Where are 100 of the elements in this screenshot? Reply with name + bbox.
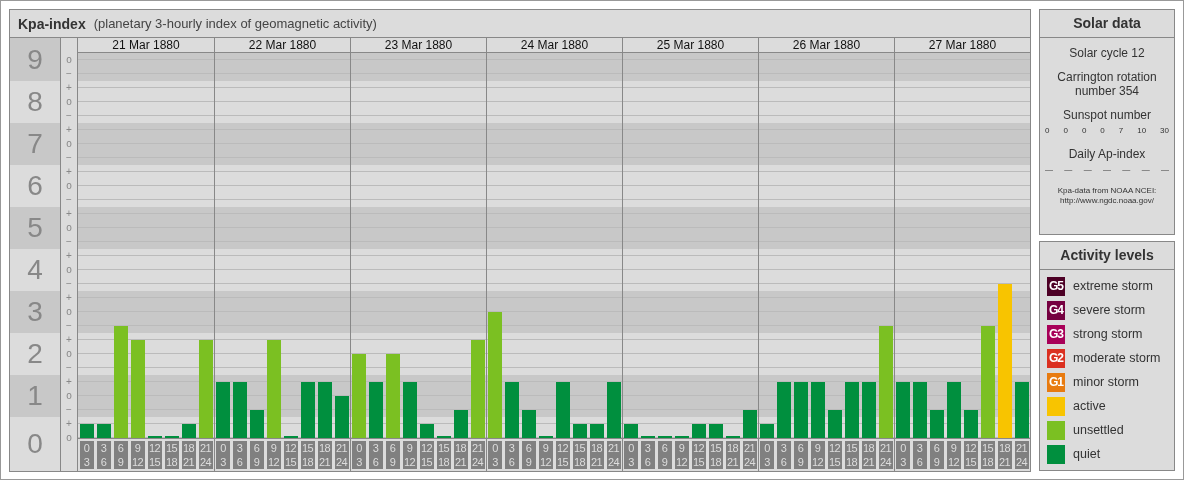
kp-bar [930, 410, 944, 438]
kp-bar [743, 410, 757, 438]
sunspot-value: 30 [1160, 126, 1169, 135]
hour-label: 21 24 [198, 441, 213, 469]
kp-label: 9 [10, 38, 60, 81]
legend-label: unsettled [1073, 423, 1124, 437]
legend-label: severe storm [1073, 303, 1146, 317]
ap-index-value: — [1045, 165, 1053, 174]
ap-index-value: — [1064, 165, 1073, 174]
hour-label: 0 3 [352, 441, 366, 469]
tick-label: + [65, 165, 73, 179]
hour-label: 3 6 [640, 441, 655, 469]
hour-label: 6 9 [929, 441, 944, 469]
kp-bar [709, 424, 723, 438]
kp-bar [556, 382, 570, 438]
hour-label: 21 24 [742, 441, 757, 469]
hour-label: 6 9 [657, 441, 672, 469]
hour-label: 18 21 [453, 441, 468, 469]
kp-bar [811, 382, 825, 438]
solar-info: Solar cycle 12 [1068, 46, 1146, 60]
kp-bar [947, 382, 961, 438]
hour-label: 18 21 [317, 441, 332, 469]
hour-label: 12 15 [827, 441, 842, 469]
tick-label: − [65, 67, 73, 81]
storm-badge: G3 [1047, 324, 1065, 344]
sunspot-value: 0 [1100, 126, 1105, 135]
kp-bar [420, 424, 434, 438]
day-label: 22 Mar 1880 [214, 38, 350, 52]
tick-label: − [65, 319, 73, 333]
hour-label: 6 9 [521, 441, 536, 469]
tick-label: − [65, 151, 73, 165]
kp-label: 1 [10, 375, 60, 417]
hour-label: 0 3 [624, 441, 638, 469]
legend-label: strong storm [1073, 327, 1143, 341]
kp-bar [301, 382, 315, 438]
hour-label: 18 21 [181, 441, 196, 469]
hour-label: 9 12 [810, 441, 825, 469]
kp-bar [233, 382, 247, 438]
tick-label: − [65, 403, 73, 417]
tick-label: − [65, 109, 73, 123]
storm-badge: G1 [1047, 372, 1065, 392]
kp-bar [522, 410, 536, 438]
kp-bar [607, 382, 621, 438]
hour-label: 9 12 [402, 441, 417, 469]
kp-bar [80, 424, 94, 438]
kp-label: 3 [10, 291, 60, 333]
hour-label: 9 12 [538, 441, 553, 469]
ap-index-value: — [1141, 165, 1150, 174]
tick-label: − [65, 235, 73, 249]
tick-label: o [65, 53, 73, 67]
kp-bar [403, 382, 417, 438]
sunspot-label: Sunspot number [1061, 108, 1153, 122]
kp-bar [913, 382, 927, 438]
chart-subtitle: (planetary 3-hourly index of geomagnetic activity) [93, 16, 377, 31]
hour-label: 9 12 [946, 441, 961, 469]
tick-label: + [65, 249, 73, 263]
kp-bar [216, 382, 230, 438]
hour-label: 9 12 [266, 441, 281, 469]
hour-label: 18 21 [725, 441, 740, 469]
day-label: 27 Mar 1880 [894, 38, 1030, 52]
day-label: 26 Mar 1880 [758, 38, 894, 52]
storm-badge: G5 [1047, 276, 1065, 296]
storm-badge: G2 [1047, 348, 1065, 368]
kp-bar [828, 410, 842, 438]
tick-label: o [65, 263, 73, 277]
sunspot-value: 0 [1045, 126, 1050, 135]
hour-label: 15 18 [300, 441, 315, 469]
ap-index-value: — [1122, 165, 1131, 174]
hour-label: 3 6 [504, 441, 519, 469]
hour-label: 15 18 [572, 441, 587, 469]
kp-bar [505, 382, 519, 438]
kp-bar [692, 424, 706, 438]
hour-label: 6 9 [385, 441, 400, 469]
ap-index-value: — [1160, 165, 1169, 174]
hour-label: 12 15 [691, 441, 706, 469]
kp-bar [1015, 382, 1029, 438]
day-label: 23 Mar 1880 [350, 38, 486, 52]
kp-bar [454, 410, 468, 438]
hour-label: 3 6 [368, 441, 383, 469]
tick-label: + [65, 417, 73, 431]
sunspot-value: 0 [1081, 126, 1087, 135]
tick-label: − [65, 361, 73, 375]
hour-label: 15 18 [980, 441, 995, 469]
sunspot-value: 0 [1063, 126, 1068, 135]
tick-label: o [65, 137, 73, 151]
kp-bar [573, 424, 587, 438]
hour-label: 0 3 [896, 441, 910, 469]
kp-label: 5 [10, 207, 60, 249]
kp-bar [369, 382, 383, 438]
panel-title: Activity levels [1040, 241, 1174, 270]
hour-label: 18 21 [589, 441, 604, 469]
hour-label: 0 3 [760, 441, 774, 469]
solar-info: Carrington rotation number 354 [1056, 70, 1158, 98]
kp-bar [318, 382, 332, 438]
hour-label: 6 9 [113, 441, 128, 469]
hour-label: 18 21 [861, 441, 876, 469]
hour-label: 3 6 [232, 441, 247, 469]
hour-label: 15 18 [844, 441, 859, 469]
hour-label: 6 9 [793, 441, 808, 469]
hour-label: 6 9 [249, 441, 264, 469]
